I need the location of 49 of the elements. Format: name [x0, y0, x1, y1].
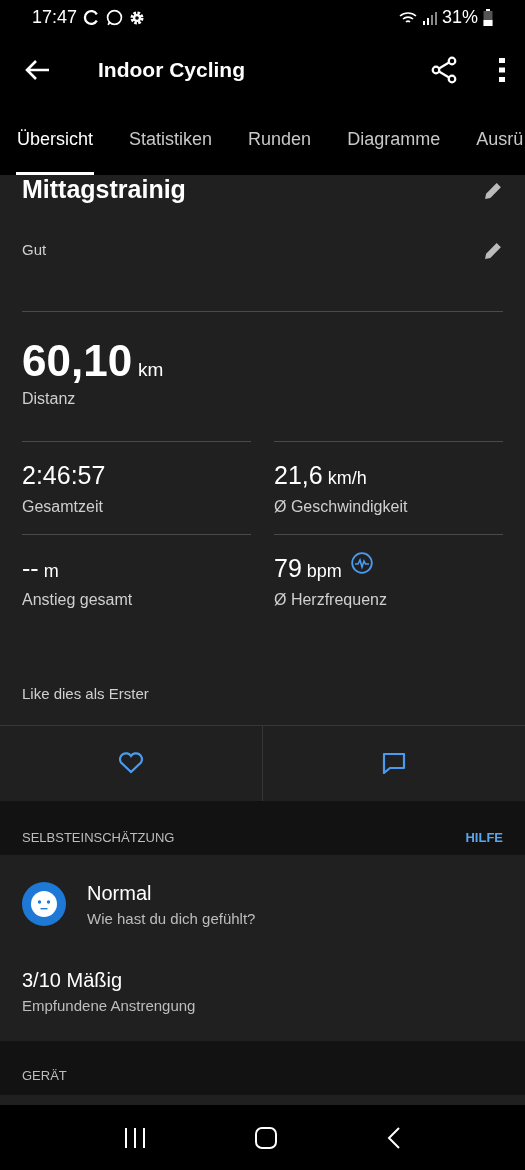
pencil-icon[interactable]	[484, 180, 503, 200]
metric-unit: km/h	[327, 467, 367, 491]
effort-label: Empfundene Anstrengung	[22, 996, 197, 1017]
home-icon[interactable]	[254, 1125, 279, 1150]
status-time: 17:47	[32, 6, 78, 29]
section-header: SELBSTEINSCHÄTZUNG	[22, 828, 175, 847]
sync-icon	[83, 9, 101, 26]
metric-label: Gesamtzeit	[22, 496, 104, 517]
metric-unit: m	[43, 560, 59, 584]
tab[interactable]: Statistiken	[128, 105, 214, 175]
back-arrow-icon[interactable]	[24, 59, 50, 81]
gear-icon	[129, 9, 146, 26]
recent-apps-icon[interactable]	[124, 1126, 147, 1149]
metric-value: 2:46:57	[22, 460, 106, 492]
help-link[interactable]: HILFE	[465, 827, 503, 848]
metric-label: Ø Herzfrequenz	[274, 589, 388, 610]
wifi-icon	[397, 9, 418, 26]
battery-icon	[483, 9, 493, 26]
comment-icon	[382, 752, 406, 775]
signal-icon	[422, 10, 437, 25]
neutral-face-icon	[22, 882, 66, 927]
feeling-prompt: Wie hast du dich gefühlt?	[87, 908, 256, 929]
pencil-icon[interactable]	[484, 240, 503, 260]
more-options-icon[interactable]	[499, 58, 505, 82]
distance-label: Distanz	[22, 388, 77, 409]
metric-label: Anstieg gesamt	[22, 589, 134, 610]
activity-name: Mittagstrainig	[22, 175, 186, 206]
battery-percentage: 31%	[441, 6, 478, 29]
tab[interactable]: Diagramme	[346, 105, 442, 175]
metric-unit: bpm	[306, 560, 342, 584]
effort-value: 3/10 Mäßig	[22, 968, 124, 994]
chat-icon	[106, 9, 124, 26]
heart-icon	[118, 752, 144, 775]
screen-title: Indoor Cycling	[98, 57, 246, 84]
share-icon[interactable]	[431, 56, 457, 84]
tab[interactable]: Ausrü	[475, 105, 525, 175]
activity-note: Gut	[22, 239, 47, 260]
metric-value: 79	[274, 553, 302, 585]
distance-value: 60,10	[22, 334, 133, 387]
tab[interactable]: Runden	[247, 105, 313, 175]
distance-unit: km	[138, 357, 164, 382]
metric-value: 21,6	[274, 460, 323, 492]
feeling-value: Normal	[87, 880, 153, 906]
heart-rate-icon[interactable]	[350, 552, 373, 575]
section-header: GERÄT	[22, 1066, 67, 1085]
metric-label: Ø Geschwindigkeit	[274, 496, 409, 517]
like-prompt: Like dies als Erster	[22, 683, 149, 704]
metric-value: --	[22, 553, 39, 585]
back-icon[interactable]	[386, 1125, 401, 1150]
